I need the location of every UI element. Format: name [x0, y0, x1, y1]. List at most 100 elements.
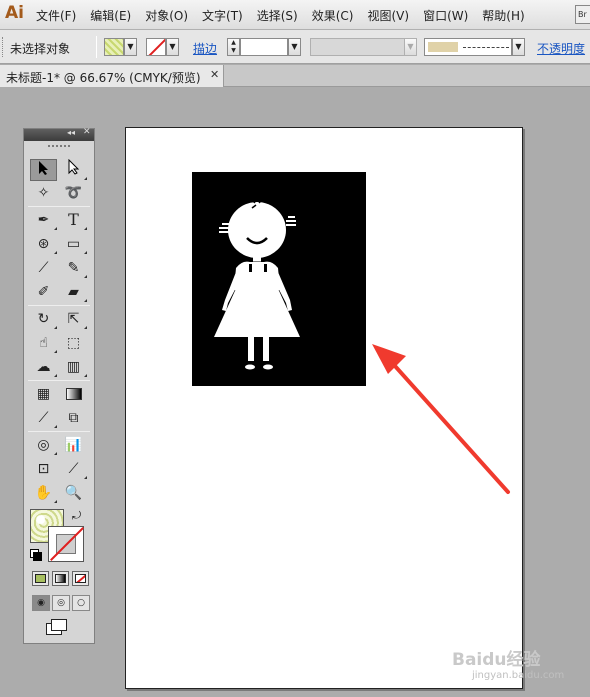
stroke-weight-input[interactable] — [240, 38, 288, 56]
slice-icon: ⟋ — [68, 461, 79, 477]
draw-behind-button[interactable]: ◎ — [52, 595, 70, 611]
lasso-icon: ➰ — [64, 185, 83, 201]
scale-icon: ⇱ — [67, 311, 80, 327]
color-mode-button[interactable] — [32, 571, 49, 586]
symbol-sprayer-icon: ☁ — [36, 359, 51, 375]
fill-dropdown-arrow[interactable]: ▼ — [124, 38, 137, 56]
type-icon: T — [68, 210, 79, 229]
menu-object[interactable]: 对象(O) — [145, 7, 188, 24]
divider — [28, 380, 90, 381]
column-graph-icon: ▥ — [66, 359, 81, 375]
screen-mode-button[interactable] — [46, 619, 68, 635]
symbol-sprayer-tool[interactable]: ☁ — [30, 356, 57, 378]
artboard-icon: ⊡ — [37, 461, 50, 477]
magic-wand-tool[interactable]: ✧ — [30, 182, 57, 204]
annotation-arrow — [372, 344, 510, 494]
placed-artwork[interactable] — [192, 172, 366, 386]
lasso-tool[interactable]: ➰ — [60, 182, 87, 204]
rotate-tool[interactable]: ↻ — [30, 308, 57, 330]
profile-dropdown-arrow[interactable]: ▼ — [512, 38, 525, 56]
stroke-color-box[interactable] — [48, 526, 84, 562]
pencil-icon: ✎ — [67, 260, 80, 276]
mesh-tool[interactable]: ▦ — [30, 383, 57, 405]
paintbrush-icon: ⟋ — [38, 260, 49, 276]
rotate-icon: ↻ — [37, 311, 50, 327]
gradient-mode-button[interactable] — [52, 571, 69, 586]
eyedropper-tool[interactable]: ⟋ — [30, 407, 57, 429]
brush-definition-dropdown[interactable] — [310, 38, 405, 56]
live-paint-bucket-icon: ◎ — [37, 437, 50, 453]
blob-brush-tool[interactable]: ✐ — [30, 281, 57, 303]
draw-inside-button[interactable]: ○ — [72, 595, 90, 611]
stroke-dropdown-arrow[interactable]: ▼ — [166, 38, 179, 56]
hand-icon: ✋ — [34, 485, 53, 501]
selection-status: 未选择对象 — [10, 42, 71, 56]
variable-width-profile-dropdown[interactable] — [424, 38, 512, 56]
collapse-icon[interactable]: ◂◂ — [67, 128, 75, 137]
artboard-tool[interactable]: ⊡ — [30, 458, 57, 480]
menu-help[interactable]: 帮助(H) — [482, 7, 524, 24]
baidu-watermark-url: jingyan.baidu.com — [472, 670, 565, 681]
menu-file[interactable]: 文件(F) — [36, 7, 76, 24]
tools-panel-grip[interactable] — [24, 141, 94, 151]
pen-icon: ✒ — [37, 212, 50, 228]
app-logo: Ai — [5, 3, 24, 23]
paintbrush-tool[interactable]: ⟋ — [30, 257, 57, 279]
menu-edit[interactable]: 编辑(E) — [90, 7, 131, 24]
menu-window[interactable]: 窗口(W) — [423, 7, 468, 24]
bridge-button[interactable]: Br — [575, 5, 590, 24]
hand-tool[interactable]: ✋ — [30, 482, 57, 504]
direct-selection-tool[interactable] — [60, 158, 87, 181]
blob-brush-icon: ✐ — [37, 284, 50, 300]
free-transform-tool[interactable]: ⬚ — [60, 332, 87, 354]
close-icon[interactable]: ✕ — [83, 127, 91, 137]
default-colors-icon[interactable] — [30, 549, 42, 561]
slice-tool[interactable]: ⟋ — [60, 458, 87, 480]
pen-tool[interactable]: ✒ — [30, 209, 57, 231]
menu-effect[interactable]: 效果(C) — [312, 7, 354, 24]
spiral-tool[interactable]: ⊛ — [30, 233, 57, 255]
divider — [28, 305, 90, 306]
live-paint-bucket-tool[interactable]: ◎ — [30, 434, 57, 456]
brush-dropdown-arrow[interactable]: ▼ — [404, 38, 417, 56]
stroke-color-swatch[interactable] — [146, 38, 166, 56]
selection-tool[interactable] — [30, 159, 57, 181]
type-tool[interactable]: T — [60, 209, 87, 231]
opacity-link[interactable]: 不透明度 — [537, 40, 585, 57]
zoom-tool[interactable]: 🔍 — [60, 482, 87, 504]
document-tab[interactable]: 未标题-1* @ 66.67% (CMYK/预览) ✕ — [0, 65, 224, 87]
close-icon[interactable]: ✕ — [210, 68, 219, 81]
zoom-icon: 🔍 — [64, 485, 83, 501]
draw-normal-button[interactable]: ◉ — [32, 595, 50, 611]
column-graph-tool[interactable]: ▥ — [60, 356, 87, 378]
girl-illustration — [214, 199, 300, 370]
blend-icon: ⧉ — [68, 410, 79, 426]
menu-type[interactable]: 文字(T) — [202, 7, 243, 24]
graph-tool[interactable]: 📊 — [60, 434, 87, 456]
stroke-link[interactable]: 描边 — [193, 40, 217, 57]
stroke-weight-stepper[interactable]: ▲ ▼ — [227, 38, 240, 56]
free-transform-icon: ⬚ — [66, 335, 81, 351]
profile-dash-line — [463, 47, 509, 48]
gradient-tool[interactable] — [60, 383, 87, 405]
eraser-tool[interactable]: ▰ — [60, 281, 87, 303]
pencil-tool[interactable]: ✎ — [60, 257, 87, 279]
swap-fill-stroke-icon[interactable]: ⤾ — [72, 509, 81, 523]
menu-select[interactable]: 选择(S) — [257, 7, 298, 24]
menu-bar: Ai 文件(F) 编辑(E) 对象(O) 文字(T) 选择(S) 效果(C) 视… — [0, 0, 590, 30]
eyedropper-icon: ⟋ — [38, 410, 49, 426]
stroke-weight-dropdown-arrow[interactable]: ▼ — [288, 38, 301, 56]
menu-view[interactable]: 视图(V) — [367, 7, 409, 24]
selection-arrow-icon — [38, 161, 48, 175]
rectangle-tool[interactable]: ▭ — [60, 233, 87, 255]
divider — [28, 206, 90, 207]
warp-tool[interactable]: ☝ — [30, 332, 57, 354]
blend-tool[interactable]: ⧉ — [60, 407, 87, 429]
control-bar-grip[interactable] — [2, 37, 5, 57]
tools-panel-header[interactable]: ◂◂ ✕ — [24, 127, 94, 141]
rectangle-icon: ▭ — [66, 236, 81, 252]
divider — [28, 431, 90, 432]
scale-tool[interactable]: ⇱ — [60, 308, 87, 330]
fill-color-swatch[interactable] — [104, 38, 124, 56]
none-mode-button[interactable] — [72, 571, 89, 586]
